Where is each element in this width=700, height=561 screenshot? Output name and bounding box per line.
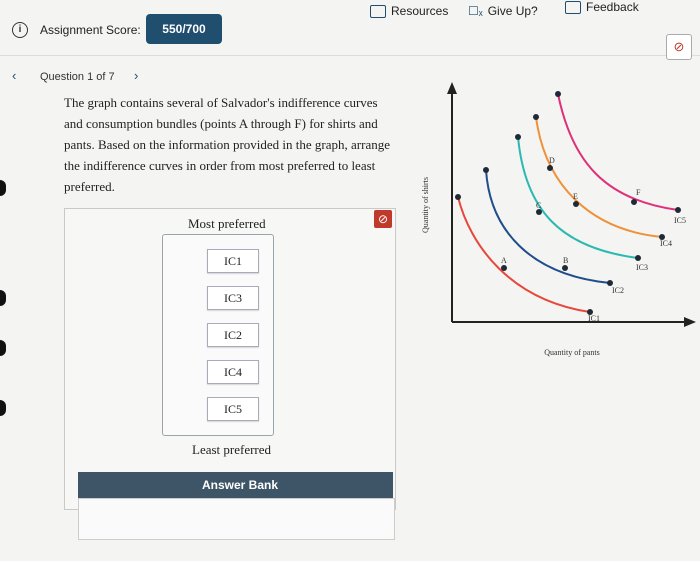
- x-axis-arrow: [684, 317, 696, 327]
- y-axis-arrow: [447, 82, 457, 94]
- curve-label: IC3: [636, 263, 648, 272]
- edge-marker: [0, 400, 6, 416]
- point-label: D: [549, 156, 555, 165]
- question-nav-label: Question 1 of 7: [40, 71, 115, 83]
- top-bar: i Assignment Score: 550/700 Resources ☐ₓ…: [0, 0, 700, 48]
- curve-endpoint: [675, 207, 681, 213]
- x-axis-label: Quantity of pants: [544, 348, 600, 357]
- rank-item[interactable]: IC1: [207, 249, 259, 273]
- curve-label: IC4: [660, 239, 672, 248]
- ranking-list: IC1 IC3 IC2 IC4 IC5: [162, 234, 274, 436]
- point-label: E: [573, 192, 578, 201]
- point-label: C: [536, 201, 541, 210]
- question-nav: ‹ Question 1 of 7 ›: [12, 68, 138, 83]
- curve-label: IC5: [674, 216, 686, 225]
- point-f: [631, 199, 637, 205]
- curve-endpoint: [483, 167, 489, 173]
- edge-marker: [0, 290, 6, 306]
- incorrect-icon: ⊘: [374, 210, 392, 228]
- next-question-icon[interactable]: ›: [134, 68, 138, 83]
- most-preferred-label: Most preferred: [188, 216, 266, 231]
- give-up-link[interactable]: ☐ₓ Give Up?: [468, 4, 538, 18]
- header-divider: [0, 55, 700, 56]
- resources-label: Resources: [391, 4, 449, 18]
- point-e: [573, 201, 579, 207]
- answer-bank-header: Answer Bank: [78, 472, 393, 498]
- y-axis-label: Quantity of shirts: [421, 177, 430, 233]
- point-label: F: [636, 188, 641, 197]
- rank-item[interactable]: IC2: [207, 323, 259, 347]
- curve-label: IC1: [588, 314, 600, 323]
- point-label: A: [501, 256, 507, 265]
- point-b: [562, 265, 568, 271]
- point-d: [547, 165, 553, 171]
- least-preferred-label: Least preferred: [192, 442, 272, 457]
- ic3-curve: [517, 136, 639, 259]
- rank-item[interactable]: IC5: [207, 397, 259, 421]
- point-a: [501, 265, 507, 271]
- feedback-label: Feedback: [586, 0, 639, 14]
- curve-endpoint: [455, 194, 461, 200]
- give-up-icon: ☐ₓ: [468, 4, 483, 18]
- info-icon[interactable]: i: [12, 22, 28, 38]
- give-up-label: Give Up?: [487, 4, 538, 18]
- curve-endpoint: [533, 114, 539, 120]
- rank-item[interactable]: IC3: [207, 286, 259, 310]
- edit-icon[interactable]: ⊘: [666, 34, 692, 60]
- left-edge: [0, 60, 8, 560]
- rank-item[interactable]: IC4: [207, 360, 259, 384]
- curve-endpoint: [635, 255, 641, 261]
- feedback-icon: [565, 0, 581, 14]
- feedback-link[interactable]: Feedback: [565, 0, 639, 14]
- edge-marker: [0, 180, 6, 196]
- assignment-score-label: Assignment Score:: [40, 23, 141, 37]
- answer-bank-area[interactable]: [78, 498, 395, 540]
- prev-question-icon[interactable]: ‹: [12, 68, 16, 83]
- book-icon: [370, 4, 386, 18]
- curve-label: IC2: [612, 286, 624, 295]
- edge-marker: [0, 340, 6, 356]
- question-text: The graph contains several of Salvador's…: [64, 95, 390, 194]
- indifference-curve-graph: Quantity of shirts Quantity of pants A B…: [421, 82, 696, 357]
- resources-link[interactable]: Resources: [370, 4, 448, 18]
- curve-endpoint: [555, 91, 561, 97]
- point-label: B: [563, 256, 568, 265]
- ic1-curve: [457, 196, 591, 313]
- curve-endpoint: [515, 134, 521, 140]
- score-badge: 550/700: [146, 14, 222, 44]
